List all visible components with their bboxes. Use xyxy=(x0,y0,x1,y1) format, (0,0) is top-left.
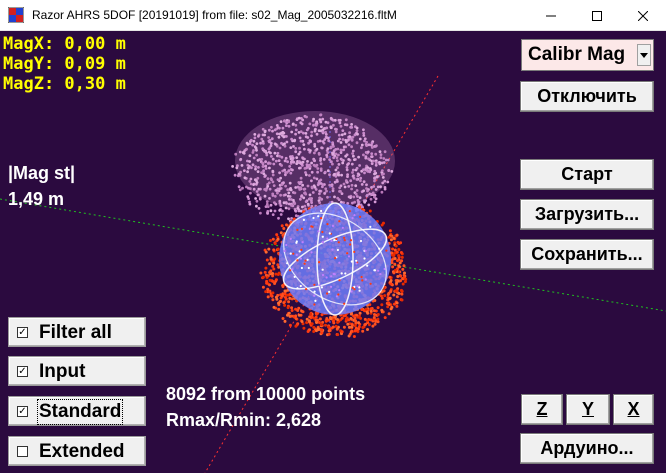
3d-viewport[interactable]: MagX: 0,00 m MagY: 0,09 m MagZ: 0,30 m |… xyxy=(0,31,666,473)
input-check-mark[interactable]: ✓ xyxy=(17,366,28,377)
mag-st-label: |Mag st| xyxy=(8,163,76,183)
disconnect-button[interactable]: Отключить xyxy=(520,81,654,112)
magz-readout: MagZ: 0,30 m xyxy=(3,74,126,94)
extended-checkbox[interactable]: Extended xyxy=(8,436,146,466)
filter-all-check-mark[interactable]: ✓ xyxy=(17,327,28,338)
maximize-button[interactable] xyxy=(574,0,620,31)
standard-label: Standard xyxy=(36,399,124,425)
start-button[interactable]: Старт xyxy=(520,159,654,190)
rmax-rmin-ratio: Rmax/Rmin: 2,628 xyxy=(166,410,322,430)
app-icon-ahrs xyxy=(8,7,24,23)
filter-all-checkbox[interactable]: ✓ Filter all xyxy=(8,317,146,347)
input-label: Input xyxy=(39,361,86,382)
minimize-icon xyxy=(546,15,556,16)
standard-check-mark[interactable]: ✓ xyxy=(17,406,28,417)
chevron-down-icon[interactable] xyxy=(637,44,651,66)
points-count: 8092 from 10000 points xyxy=(166,384,366,404)
upper-cloud-halo xyxy=(235,111,395,211)
load-button[interactable]: Загрузить... xyxy=(520,199,654,230)
axis-z-button[interactable]: Z xyxy=(521,394,563,425)
extended-label: Extended xyxy=(39,441,125,462)
window-title: Razor AHRS 5DOF [20191019] from file: s0… xyxy=(32,8,397,22)
save-button[interactable]: Сохранить... xyxy=(520,239,654,270)
axis-y-button[interactable]: Y xyxy=(566,394,610,425)
standard-checkbox[interactable]: ✓ Standard xyxy=(8,396,146,426)
maximize-icon xyxy=(592,10,602,21)
close-icon xyxy=(638,10,648,21)
magx-readout: MagX: 0,00 m xyxy=(3,34,126,54)
input-checkbox[interactable]: ✓ Input xyxy=(8,356,146,386)
minimize-button[interactable] xyxy=(528,0,574,31)
mode-combo[interactable]: Calibr Mag xyxy=(521,39,654,71)
arduino-button[interactable]: Ардуино... xyxy=(520,433,654,464)
close-button[interactable] xyxy=(620,0,666,31)
mode-combo-value: Calibr Mag xyxy=(528,44,626,65)
axis-x-button[interactable]: X xyxy=(613,394,654,425)
title-bar: Razor AHRS 5DOF [20191019] from file: s0… xyxy=(0,0,666,31)
filter-all-label: Filter all xyxy=(39,322,112,343)
extended-check-mark[interactable] xyxy=(17,446,28,457)
magy-readout: MagY: 0,09 m xyxy=(3,54,126,74)
mag-st-value: 1,49 m xyxy=(8,189,65,209)
